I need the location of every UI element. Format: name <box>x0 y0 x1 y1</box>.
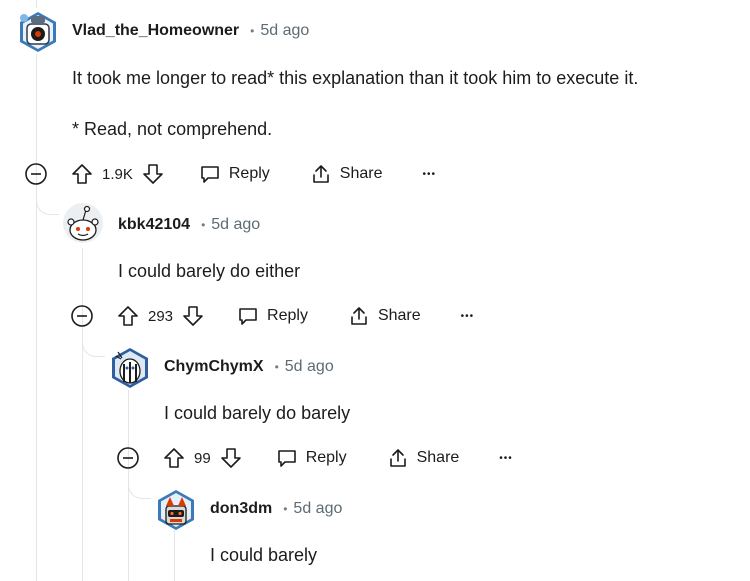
share-label: Share <box>377 307 421 324</box>
upvote-icon[interactable] <box>71 163 93 185</box>
comment-body: I could barely do either <box>118 261 301 281</box>
collapse-icon[interactable] <box>25 163 47 185</box>
more-options-icon[interactable]: ••• <box>422 169 436 180</box>
collapse-icon[interactable] <box>71 305 93 327</box>
comment-body: It took me longer to read* this explanat… <box>72 68 639 88</box>
upvote-icon[interactable] <box>163 447 185 469</box>
thread-connector-1 <box>36 196 59 215</box>
separator-dot: • <box>274 360 279 374</box>
upvote-icon[interactable] <box>117 305 139 327</box>
reply-button[interactable]: Reply <box>199 163 270 185</box>
avatar[interactable] <box>154 486 194 530</box>
reply-icon <box>277 450 296 467</box>
avatar[interactable] <box>16 8 56 52</box>
comment-meta: don3dm • 5d ago <box>210 500 342 518</box>
timestamp[interactable]: 5d ago <box>211 216 260 234</box>
reply-icon <box>239 308 257 325</box>
share-button[interactable]: Share <box>348 305 421 327</box>
more-options-icon[interactable]: ••• <box>499 453 513 464</box>
separator-dot: • <box>201 218 206 232</box>
share-icon <box>389 449 406 467</box>
share-label: Share <box>339 165 383 182</box>
comment-actions: 1.9K Reply Share ••• <box>25 159 436 189</box>
comment-body: I could barely do barely <box>164 403 351 423</box>
downvote-icon[interactable] <box>220 447 242 469</box>
username[interactable]: don3dm <box>210 500 272 518</box>
downvote-icon[interactable] <box>142 163 164 185</box>
thread-line-level-1 <box>82 248 83 581</box>
timestamp[interactable]: 5d ago <box>260 22 309 40</box>
vote-count: 99 <box>194 449 211 467</box>
separator-dot: • <box>283 502 288 516</box>
comment-meta: ChymChymX • 5d ago <box>164 358 334 376</box>
comment-body: I could barely <box>210 545 318 565</box>
reply-button[interactable]: Reply <box>237 305 308 327</box>
reply-label: Reply <box>305 449 347 466</box>
vote-count: 1.9K <box>102 165 133 183</box>
share-icon <box>312 165 329 183</box>
thread-line-level-3 <box>174 530 175 581</box>
share-button[interactable]: Share <box>310 163 383 185</box>
comment-actions: 293 Reply Share ••• <box>71 301 474 331</box>
comment-actions: 99 Reply Share ••• <box>117 443 513 473</box>
avatar[interactable] <box>62 202 103 243</box>
comment-body-footnote: * Read, not comprehend. <box>72 119 273 139</box>
thread-line-level-0 <box>36 54 37 581</box>
username[interactable]: ChymChymX <box>164 358 264 376</box>
username[interactable]: kbk42104 <box>118 216 190 234</box>
comment-meta: kbk42104 • 5d ago <box>118 216 260 234</box>
reply-label: Reply <box>267 307 308 324</box>
avatar[interactable] <box>108 344 148 388</box>
thread-connector-2 <box>82 338 105 357</box>
timestamp[interactable]: 5d ago <box>285 358 334 376</box>
timestamp[interactable]: 5d ago <box>293 500 342 518</box>
share-icon <box>351 307 367 325</box>
share-label: Share <box>416 449 460 466</box>
collapse-icon[interactable] <box>117 447 139 469</box>
comment-meta: Vlad_the_Homeowner • 5d ago <box>72 22 309 40</box>
more-options-icon[interactable]: ••• <box>461 311 475 322</box>
downvote-icon[interactable] <box>182 305 204 327</box>
thread-connector-3 <box>128 480 151 499</box>
share-button[interactable]: Share <box>387 447 460 469</box>
vote-count: 293 <box>148 307 174 325</box>
reply-icon <box>201 166 219 183</box>
separator-dot: • <box>250 24 255 38</box>
username[interactable]: Vlad_the_Homeowner <box>72 22 239 40</box>
reply-label: Reply <box>228 165 270 182</box>
thread-line-top <box>36 0 37 8</box>
reply-button[interactable]: Reply <box>276 447 347 469</box>
